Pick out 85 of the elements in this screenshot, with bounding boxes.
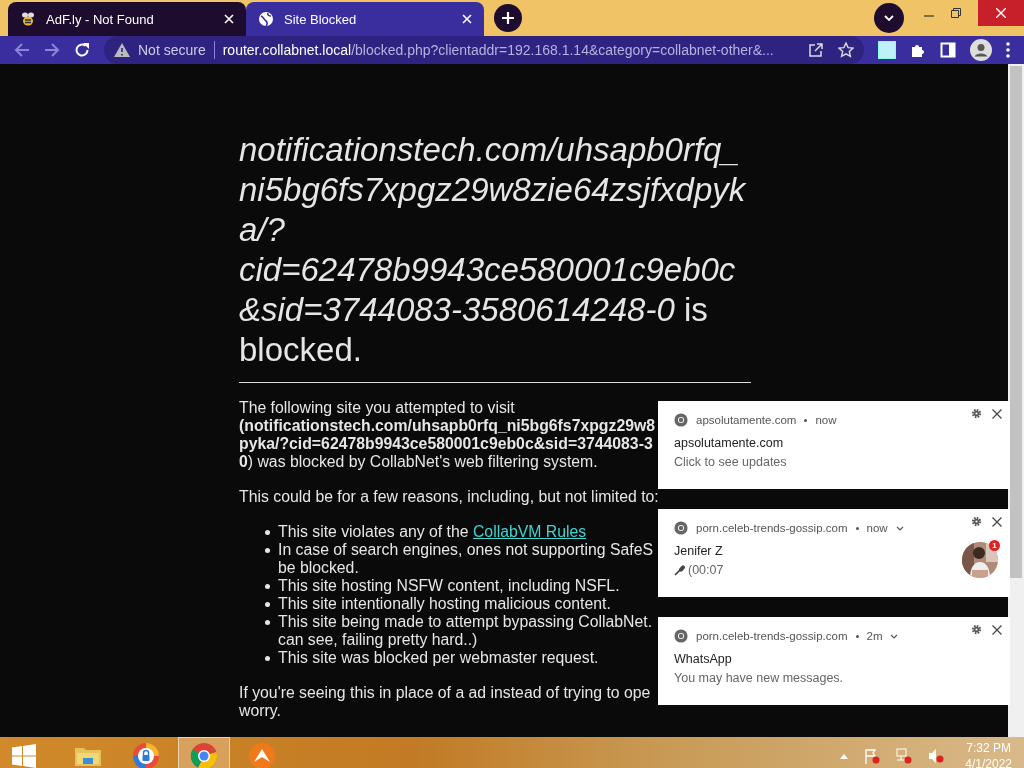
profile-icon[interactable]: [970, 39, 992, 61]
notification-origin: porn.celeb-trends-gossip.com: [696, 630, 848, 642]
chevron-icon[interactable]: [895, 525, 904, 531]
reason-text: be blocked.: [278, 559, 359, 576]
bullet-icon: [265, 602, 270, 607]
notification-body: Click to see updates: [674, 455, 787, 469]
chrome-icon: [674, 629, 688, 643]
chrome-icon[interactable]: [178, 737, 230, 768]
security-label: Not secure: [138, 42, 206, 58]
chevron-icon: [884, 15, 894, 21]
bullet-icon: [265, 530, 270, 535]
bullet-icon: [265, 656, 270, 661]
reason-text: This site violates any of the: [278, 523, 469, 540]
settings-icon[interactable]: [971, 516, 982, 527]
separator-dot: [855, 526, 859, 530]
notification-card[interactable]: porn.celeb-trends-gossip.com 2m WhatsApp You may have new messages.: [658, 617, 1010, 705]
bee-icon: [20, 11, 36, 27]
warning-icon: [114, 43, 130, 57]
reason-text: This site was blocked per webmaster request.: [278, 649, 599, 666]
notification-card[interactable]: porn.celeb-trends-gossip.com now Jenifer Z (00:07 1: [658, 509, 1010, 597]
settings-icon[interactable]: [971, 408, 982, 419]
notification-title: apsolutamente.com: [674, 436, 785, 450]
notification-title: WhatsApp: [674, 652, 733, 666]
reason-text: This site hosting NSFW content, including NSFL.: [278, 577, 620, 594]
bullet-icon: [265, 584, 270, 589]
network-icon[interactable]: [896, 748, 913, 764]
plus-icon: [502, 12, 514, 24]
bullet-icon: [265, 548, 270, 553]
clock-date: 4/1/2022: [965, 756, 1012, 768]
blocked-heading: notificationstech.com/uhsapb0rfq_ni5bg6fs7xpgz29w8zie64zsjfxdpyka/?cid=62478b9943ce580001c9eb0c&sid=3744083-3580614248-0 is blocked.: [239, 130, 748, 370]
reload-icon[interactable]: [74, 42, 90, 58]
share-icon[interactable]: [808, 42, 824, 58]
close-icon[interactable]: [992, 409, 1002, 419]
notification-origin: porn.celeb-trends-gossip.com: [696, 522, 848, 534]
clock-time: 7:32 PM: [966, 740, 1011, 756]
reason-text: can see, failing pretty hard..): [278, 631, 478, 648]
close-icon: [996, 8, 1006, 18]
new-tab-button[interactable]: [494, 4, 522, 32]
message-line: worry.: [239, 702, 281, 720]
notification-origin: apsolutamente.com: [696, 414, 797, 426]
notification-time: 2m: [866, 630, 883, 642]
notification-body: You may have new messages.: [674, 671, 844, 685]
star-icon[interactable]: [838, 42, 854, 58]
browser-tab[interactable]: AdF.ly - Not Found: [8, 2, 246, 36]
reason-text: This site being made to attempt bypassing CollabNet.: [278, 613, 653, 630]
close-window-button[interactable]: [978, 0, 1024, 26]
settings-icon[interactable]: [971, 624, 982, 635]
close-icon[interactable]: [992, 625, 1002, 635]
side-panel-icon[interactable]: [940, 42, 956, 58]
reasons-intro: This could be for a few reasons, including, but not limited to:: [239, 488, 659, 506]
chevron-icon[interactable]: [890, 633, 899, 639]
close-icon[interactable]: [992, 517, 1002, 527]
back-arrow-icon[interactable]: [14, 42, 30, 58]
url-text: router.collabnet.local/blocked.php?clientaddr=192.168.1.14&category=collabnet-other&...: [222, 42, 775, 58]
separator-dot: [804, 418, 808, 422]
notification-badge: 1: [989, 540, 1000, 551]
message-line: pyka/?cid=62478b9943ce580001c9eb0c&sid=3744083-3: [239, 435, 653, 453]
chrome-icon: [674, 521, 688, 535]
chrome-icon: [674, 413, 688, 427]
forward-arrow-icon[interactable]: [44, 42, 60, 58]
menu-icon[interactable]: [1006, 42, 1010, 58]
restore-icon[interactable]: [951, 8, 961, 18]
rules-link[interactable]: CollabVM Rules: [472, 523, 587, 540]
reason-text: This site intentionally hosting malicious content.: [278, 595, 611, 612]
notification-title: Jenifer Z: [674, 544, 724, 558]
browser-tab[interactable]: Site Blocked: [246, 2, 484, 36]
volume-muted-icon[interactable]: [928, 748, 945, 764]
flag-icon[interactable]: [864, 748, 881, 764]
windows-logo-icon[interactable]: [12, 744, 36, 768]
message-line: If you're seeing this in place of a ad instead of trying to ope: [239, 684, 651, 702]
notification-body: (00:07: [688, 563, 724, 577]
message-line: 0) was blocked by CollabNet's web filtering system.: [239, 453, 598, 471]
reason-text: In case of search engines, ones not supporting SafeS: [278, 541, 653, 558]
separator-dot: [855, 634, 859, 638]
notification-card[interactable]: apsolutamente.com now apsolutamente.com Click to see updates: [658, 401, 1010, 489]
address-bar[interactable]: Not secure router.collabnet.local/blocked.php?clientaddr=192.168.1.14&category=collabnet-other&...: [104, 36, 864, 64]
message-line: (notificationstech.com/uhsapb0rfq_ni5bg6fs7xpgz29w8: [239, 417, 656, 435]
scrollbar[interactable]: [1008, 64, 1024, 737]
puzzle-icon[interactable]: [910, 42, 926, 58]
notification-time: now: [815, 414, 837, 426]
tab-search-button[interactable]: [874, 3, 904, 33]
globe-icon: [258, 11, 274, 27]
bullet-icon: [265, 620, 270, 625]
message-line: The following site you attempted to visit: [239, 399, 515, 417]
notification-time: now: [866, 522, 888, 534]
